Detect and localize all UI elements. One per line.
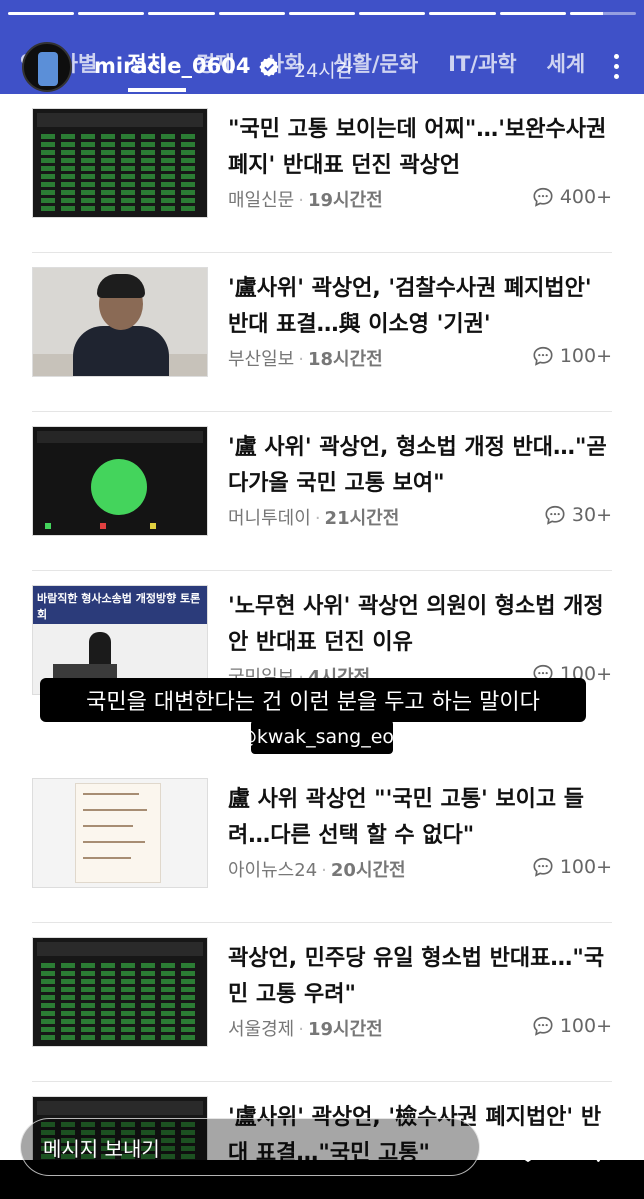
story-username[interactable]: miracle_0604 <box>94 54 250 78</box>
article-title: 盧 사위 곽상언 "'국민 고통' 보이고 들려…다른 선택 할 수 없다" <box>228 787 585 848</box>
article-time: 18시간전 <box>307 349 383 370</box>
vote-board-thumbnail <box>32 108 208 218</box>
story-caption: 국민을 대변한다는 건 이런 분을 두고 하는 말이다 <box>40 678 586 722</box>
list-item: '盧 사위' 곽상언, 형소법 개정 반대…"곧 다가올 국민 고통 보여" 머… <box>32 412 612 571</box>
verified-badge-icon <box>259 57 279 77</box>
comment-bubble-icon <box>533 857 553 877</box>
article-meta: 머니투데이 · 21시간전 <box>228 508 400 529</box>
article-time: 19시간전 <box>307 190 383 211</box>
article-title: 곽상언, 민주당 유일 형소법 반대표…"국민 고통 우려" <box>228 946 605 1007</box>
article-source: 머니투데이 <box>228 508 311 529</box>
more-options-icon[interactable] <box>612 54 620 82</box>
message-input[interactable]: 메시지 보내기 <box>20 1118 480 1176</box>
story-progress-segment <box>8 12 75 15</box>
article-source: 서울경제 <box>228 1019 295 1040</box>
news-screenshot: 연예사별 정치 경제 사회 생활/문화 IT/과학 세계 "국민 고통 보이는데… <box>0 0 644 1160</box>
mention-sticker[interactable]: @kwak_sang_eon <box>238 720 406 754</box>
story-progress-segment <box>78 12 145 15</box>
story-progress-segment <box>569 12 636 15</box>
article-title: '盧사위' 곽상언, '검찰수사권 폐지법안' 반대 표결…與 이소영 '기권' <box>228 276 592 337</box>
comment-bubble-icon <box>545 505 565 525</box>
story-progress-segment <box>218 12 285 15</box>
article-meta: 부산일보 · 18시간전 <box>228 349 383 370</box>
comment-bubble-icon <box>533 187 553 207</box>
article-meta: 서울경제 · 19시간전 <box>228 1019 383 1040</box>
comment-count: 100+ <box>532 345 612 367</box>
article-title: '盧 사위' 곽상언, 형소법 개정 반대…"곧 다가올 국민 고통 보여" <box>228 435 607 496</box>
vote-board-thumbnail <box>32 937 208 1047</box>
story-time: 24시간 <box>294 60 354 82</box>
story-progress-segment <box>429 12 496 15</box>
article-title: '노무현 사위' 곽상언 의원이 형소법 개정안 반대표 던진 이유 <box>228 594 604 655</box>
list-item: "국민 고통 보이는데 어찌"…'보완수사권 폐지' 반대표 던진 곽상언 매일… <box>32 94 612 253</box>
comment-count: 100+ <box>532 856 612 878</box>
list-item: 곽상언, 민주당 유일 형소법 반대표…"국민 고통 우려" 서울경제 · 19시간… <box>32 923 612 1082</box>
lawmaker-photo-thumbnail <box>32 267 208 377</box>
story-progress-segment <box>148 12 215 15</box>
article-source: 아이뉴스24 <box>228 860 318 881</box>
story-progress-segment <box>359 12 426 15</box>
list-item: 盧 사위 곽상언 "'국민 고통' 보이고 들려…다른 선택 할 수 없다" 아… <box>32 764 612 923</box>
comment-bubble-icon <box>533 1016 553 1036</box>
story-header: miracle_0604 24시간 <box>0 40 644 96</box>
comment-count: 400+ <box>532 186 612 208</box>
article-source: 매일신문 <box>228 190 295 211</box>
heart-icon[interactable] <box>508 1128 548 1166</box>
comment-bubble-icon <box>533 346 553 366</box>
avatar[interactable] <box>22 42 72 92</box>
article-meta: 아이뉴스24 · 20시간전 <box>228 860 406 881</box>
article-meta: 매일신문 · 19시간전 <box>228 190 383 211</box>
vote-pie-thumbnail <box>32 426 208 536</box>
handwritten-note-thumbnail <box>32 778 208 888</box>
forum-banner-text: 바람직한 형사소송법 개정방향 토론회 <box>37 592 201 621</box>
comment-count: 30+ <box>544 504 612 526</box>
send-icon[interactable] <box>576 1128 616 1166</box>
article-list: "국민 고통 보이는데 어찌"…'보완수사권 폐지' 반대표 던진 곽상언 매일… <box>32 94 612 1160</box>
article-time: 20시간전 <box>330 860 406 881</box>
list-item: '盧사위' 곽상언, '검찰수사권 폐지법안' 반대 표결…與 이소영 '기권'… <box>32 253 612 412</box>
article-time: 21시간전 <box>324 508 400 529</box>
story-progress-segment <box>499 12 566 15</box>
article-time: 19시간전 <box>307 1019 383 1040</box>
story-progress-segment <box>288 12 356 15</box>
comment-count: 100+ <box>532 1015 612 1037</box>
story-progress-bar <box>8 12 636 15</box>
article-source: 부산일보 <box>228 349 295 370</box>
article-title: "국민 고통 보이는데 어찌"…'보완수사권 폐지' 반대표 던진 곽상언 <box>228 117 607 178</box>
